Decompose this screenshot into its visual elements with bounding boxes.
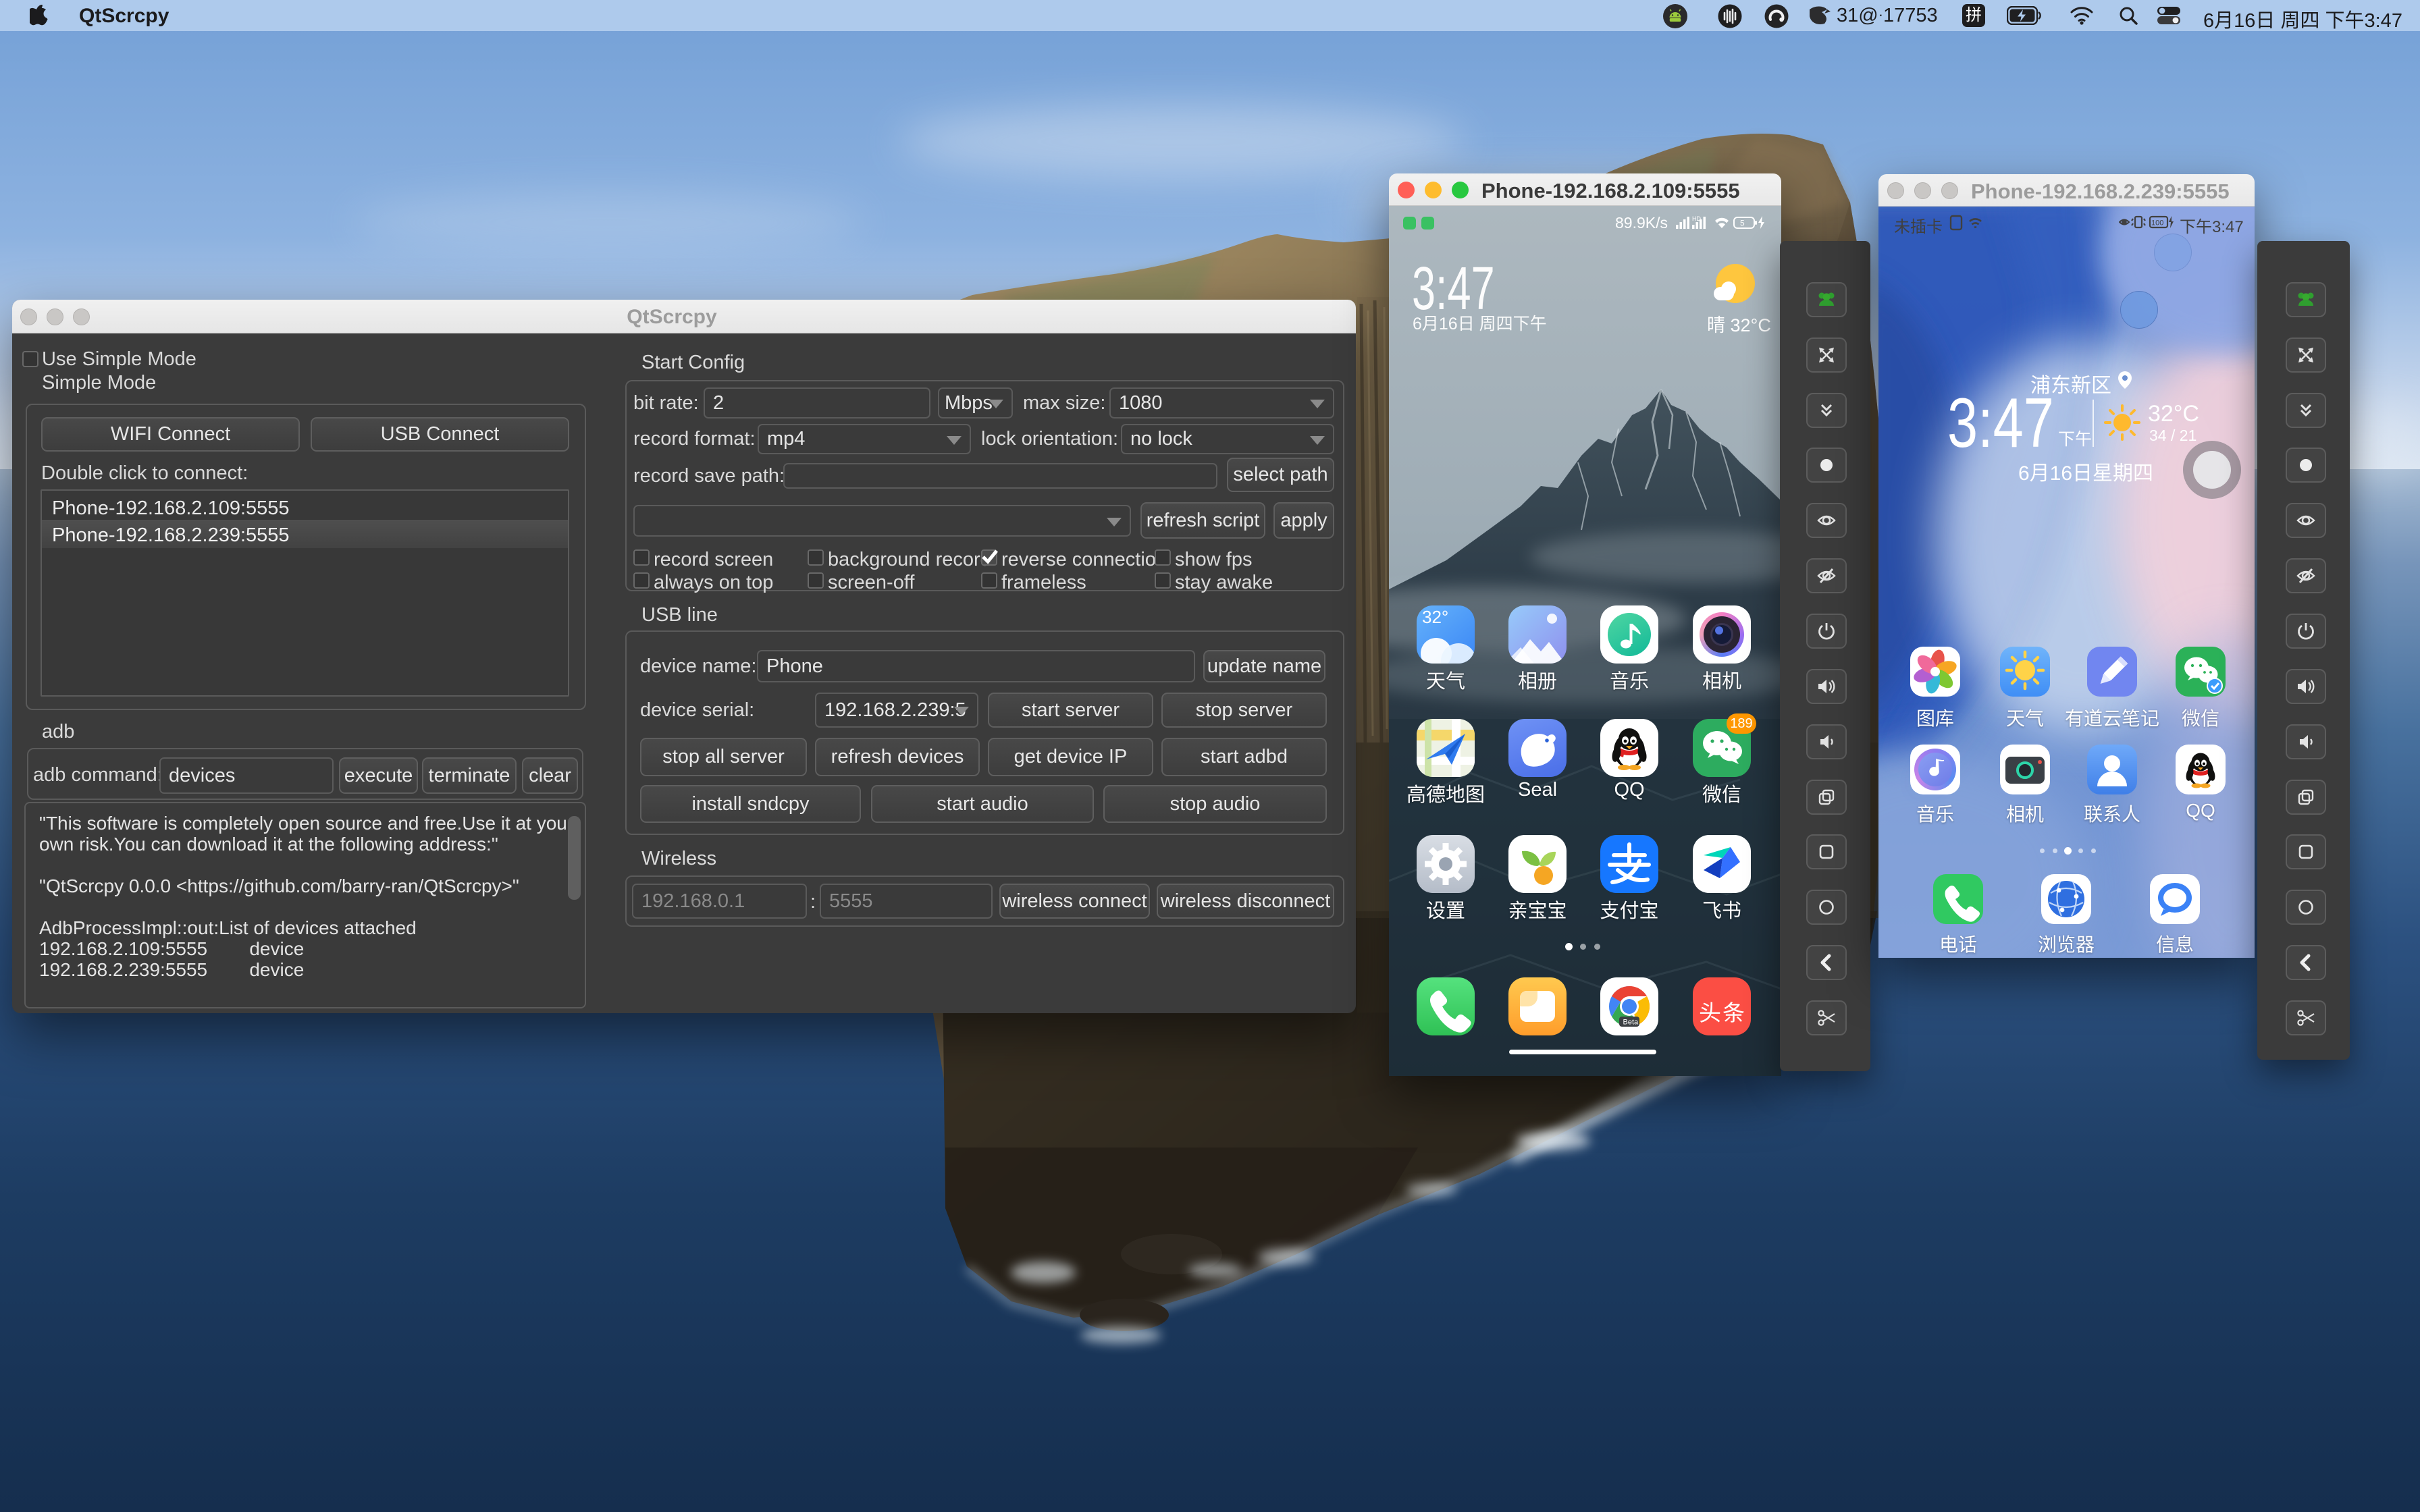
svg-text:Beta: Beta <box>1623 1019 1639 1027</box>
svg-text:100: 100 <box>2151 219 2163 227</box>
svg-text:5: 5 <box>1740 219 1745 228</box>
